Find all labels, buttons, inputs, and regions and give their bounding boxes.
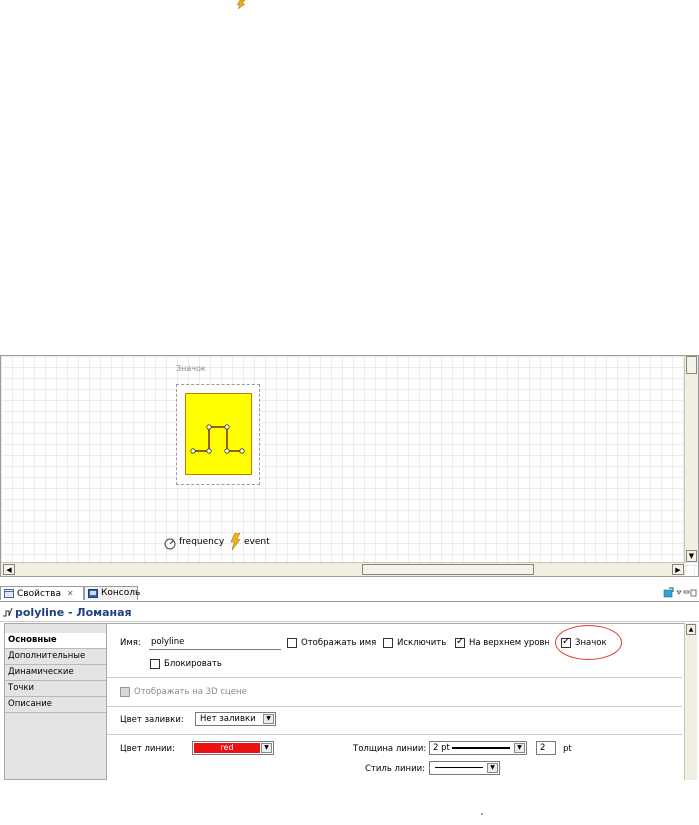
fill-color-label: Цвет заливки: — [120, 715, 184, 725]
horizontal-scroll-thumb[interactable] — [362, 564, 534, 575]
console-icon — [88, 589, 98, 598]
view-menu-icon[interactable] — [676, 590, 682, 595]
properties-side-nav: Основные Дополнительные Динамические Точ… — [4, 623, 107, 780]
name-input[interactable]: polyline — [149, 636, 281, 650]
vertical-scroll-thumb[interactable] — [686, 356, 697, 374]
scroll-left-arrow-icon[interactable]: ◀ — [3, 564, 15, 575]
fill-color-value: Нет заливки — [200, 714, 256, 724]
side-item-general[interactable]: Основные — [5, 633, 106, 649]
chevron-down-icon[interactable]: ▼ — [263, 714, 274, 724]
top-level-checkbox[interactable]: ✓ — [455, 636, 465, 648]
line-color-dropdown[interactable]: red ▼ — [192, 741, 274, 755]
exclude-label: Исключить — [397, 638, 447, 648]
exclude-checkbox[interactable] — [383, 638, 393, 648]
properties-icon — [4, 589, 14, 598]
line-style-preview — [435, 767, 483, 768]
fill-color-dropdown[interactable]: Нет заливки ▼ — [195, 712, 276, 726]
scroll-right-arrow-icon[interactable]: ▶ — [672, 564, 684, 575]
side-item-points[interactable]: Точки — [5, 681, 106, 697]
side-item-advanced[interactable]: Дополнительные — [5, 649, 106, 665]
separator — [107, 734, 682, 735]
frequency-icon[interactable] — [164, 538, 176, 550]
separator — [107, 706, 682, 707]
editor-canvas[interactable]: Значок frequency event ▼ ◀ ▶ — [0, 355, 699, 577]
show-3d-label: Отображать на 3D сцене — [134, 687, 247, 697]
scroll-up-arrow-icon[interactable]: ▲ — [686, 624, 696, 635]
tab-properties[interactable]: Свойства ✕ — [0, 586, 84, 600]
line-thickness-unit: pt — [563, 744, 572, 754]
line-thickness-value: 2 pt — [433, 743, 450, 753]
selection-title: polyline - Ломаная — [15, 606, 132, 619]
line-thickness-preview — [452, 747, 510, 749]
chevron-down-icon[interactable]: ▼ — [487, 763, 498, 773]
stray-mark: ˊ — [479, 813, 484, 824]
chevron-down-icon[interactable]: ▼ — [514, 743, 525, 753]
top-level-label: На верхнем уровне — [469, 638, 549, 648]
canvas-horizontal-scrollbar[interactable]: ◀ ▶ — [1, 562, 686, 576]
close-icon[interactable]: ✕ — [67, 589, 74, 598]
view-tab-bar: Свойства ✕ Консоль — [0, 585, 699, 602]
event-lightning-icon[interactable] — [230, 533, 241, 550]
line-color-label: Цвет линии: — [120, 744, 175, 754]
lock-checkbox[interactable] — [150, 659, 160, 669]
tab-console-label: Консоль — [101, 588, 141, 598]
tab-console[interactable]: Консоль — [84, 586, 141, 600]
show-name-label: Отображать имя — [301, 638, 377, 648]
show-3d-checkbox[interactable] — [120, 687, 130, 697]
icon-background — [185, 393, 252, 475]
line-thickness-label: Толщина линии: — [353, 744, 427, 754]
side-item-description[interactable]: Описание — [5, 697, 106, 713]
line-color-value: red — [194, 743, 260, 753]
chevron-down-icon[interactable]: ▼ — [261, 743, 272, 753]
separator — [107, 677, 682, 678]
properties-vertical-scrollbar[interactable]: ▲ — [684, 623, 697, 780]
lock-label: Блокировать — [164, 659, 222, 669]
line-thickness-dropdown[interactable]: 2 pt ▼ — [429, 741, 527, 755]
scroll-down-arrow-icon[interactable]: ▼ — [686, 550, 697, 562]
event-label[interactable]: event — [244, 537, 270, 547]
minimize-icon[interactable] — [683, 590, 690, 594]
pin-icon[interactable] — [663, 587, 674, 598]
line-style-label: Стиль линии: — [365, 764, 425, 774]
tab-properties-label: Свойства — [17, 589, 61, 599]
view-toolbar — [663, 587, 697, 598]
selection-header: polyline - Ломаная — [0, 603, 699, 622]
canvas-vertical-scrollbar[interactable]: ▼ — [684, 356, 698, 563]
frequency-label[interactable]: frequency — [179, 537, 224, 547]
polyline-shape[interactable] — [186, 394, 253, 476]
icon-selection-frame[interactable] — [176, 384, 260, 485]
name-label: Имя: — [120, 638, 141, 648]
show-name-checkbox[interactable] — [287, 638, 297, 648]
maximize-icon[interactable] — [690, 589, 697, 597]
line-thickness-number[interactable]: 2 — [536, 741, 556, 755]
lightning-icon — [236, 0, 246, 9]
icon-caption: Значок — [176, 364, 206, 373]
side-item-dynamic[interactable]: Динамические — [5, 665, 106, 681]
highlight-ellipse — [555, 625, 622, 660]
line-style-dropdown[interactable]: ▼ — [429, 761, 500, 775]
polyline-icon — [3, 608, 13, 617]
